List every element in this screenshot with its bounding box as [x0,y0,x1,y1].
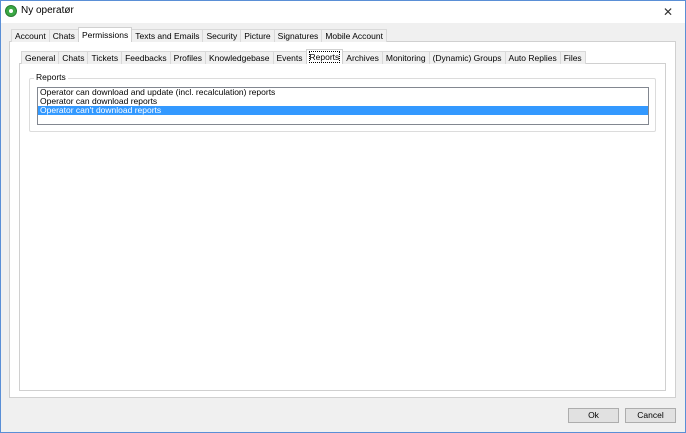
tab-chats[interactable]: Chats [48,29,79,42]
tab-account[interactable]: Account [11,29,50,42]
tab-label: Account [15,31,46,41]
tab-label: Archives [346,53,379,63]
subtab-auto-replies[interactable]: Auto Replies [504,51,561,64]
subtab-tickets[interactable]: Tickets [87,51,123,64]
subtab-general[interactable]: General [21,51,60,64]
subtab-events[interactable]: Events [272,51,307,64]
tab-picture[interactable]: Picture [240,29,275,42]
tab-label: Knowledgebase [209,53,270,63]
tab-label: Signatures [277,31,319,41]
tab-label: Permissions [81,30,129,40]
tab-label: Tickets [91,53,119,63]
tab-label: Events [276,53,303,63]
sub-tabstrip: General Chats Tickets Feedbacks Profiles… [21,49,586,64]
tab-label: Chats [52,31,75,41]
subtab-archives[interactable]: Archives [342,51,383,64]
tab-signatures[interactable]: Signatures [273,29,323,42]
tab-security[interactable]: Security [202,29,242,42]
subtab-profiles[interactable]: Profiles [169,51,207,64]
tab-label: Security [206,31,238,41]
subtab-monitoring[interactable]: Monitoring [381,51,430,64]
tab-mobile-account[interactable]: Mobile Account [321,29,387,42]
title-bar: Ny operatør ✕ [1,1,685,23]
reports-permission-listbox[interactable]: Operator can download and update (incl. … [37,87,649,125]
tab-label: Profiles [173,53,203,63]
subtab-dynamic-groups[interactable]: (Dynamic) Groups [428,51,506,64]
reports-groupbox-label: Reports [34,72,68,82]
tab-label: Auto Replies [508,53,557,63]
tab-texts-and-emails[interactable]: Texts and Emails [131,29,204,42]
tab-label: Monitoring [385,53,426,63]
subtab-files[interactable]: Files [559,51,586,64]
ok-button[interactable]: Ok [568,408,619,423]
tab-label: Feedbacks [125,53,167,63]
tab-label: Texts and Emails [135,31,200,41]
cancel-button[interactable]: Cancel [625,408,676,423]
subtab-knowledgebase[interactable]: Knowledgebase [205,51,274,64]
tab-label: Picture [244,31,271,41]
tab-label: Reports [308,51,341,63]
subtab-reports[interactable]: Reports [305,49,344,64]
close-icon[interactable]: ✕ [651,1,685,23]
tab-label: Mobile Account [325,31,383,41]
tab-label: General [25,53,56,63]
main-tabstrip: Account Chats Permissions Texts and Emai… [11,27,387,42]
tab-permissions[interactable]: Permissions [77,27,133,42]
tab-label: Files [563,53,582,63]
subtab-chats[interactable]: Chats [58,51,89,64]
tab-label: (Dynamic) Groups [432,53,502,63]
subtab-feedbacks[interactable]: Feedbacks [121,51,171,64]
tab-label: Chats [62,53,85,63]
app-logo-icon [5,5,17,17]
window-title: Ny operatør [21,5,74,16]
list-item-selected[interactable]: Operator can't download reports [38,106,648,115]
